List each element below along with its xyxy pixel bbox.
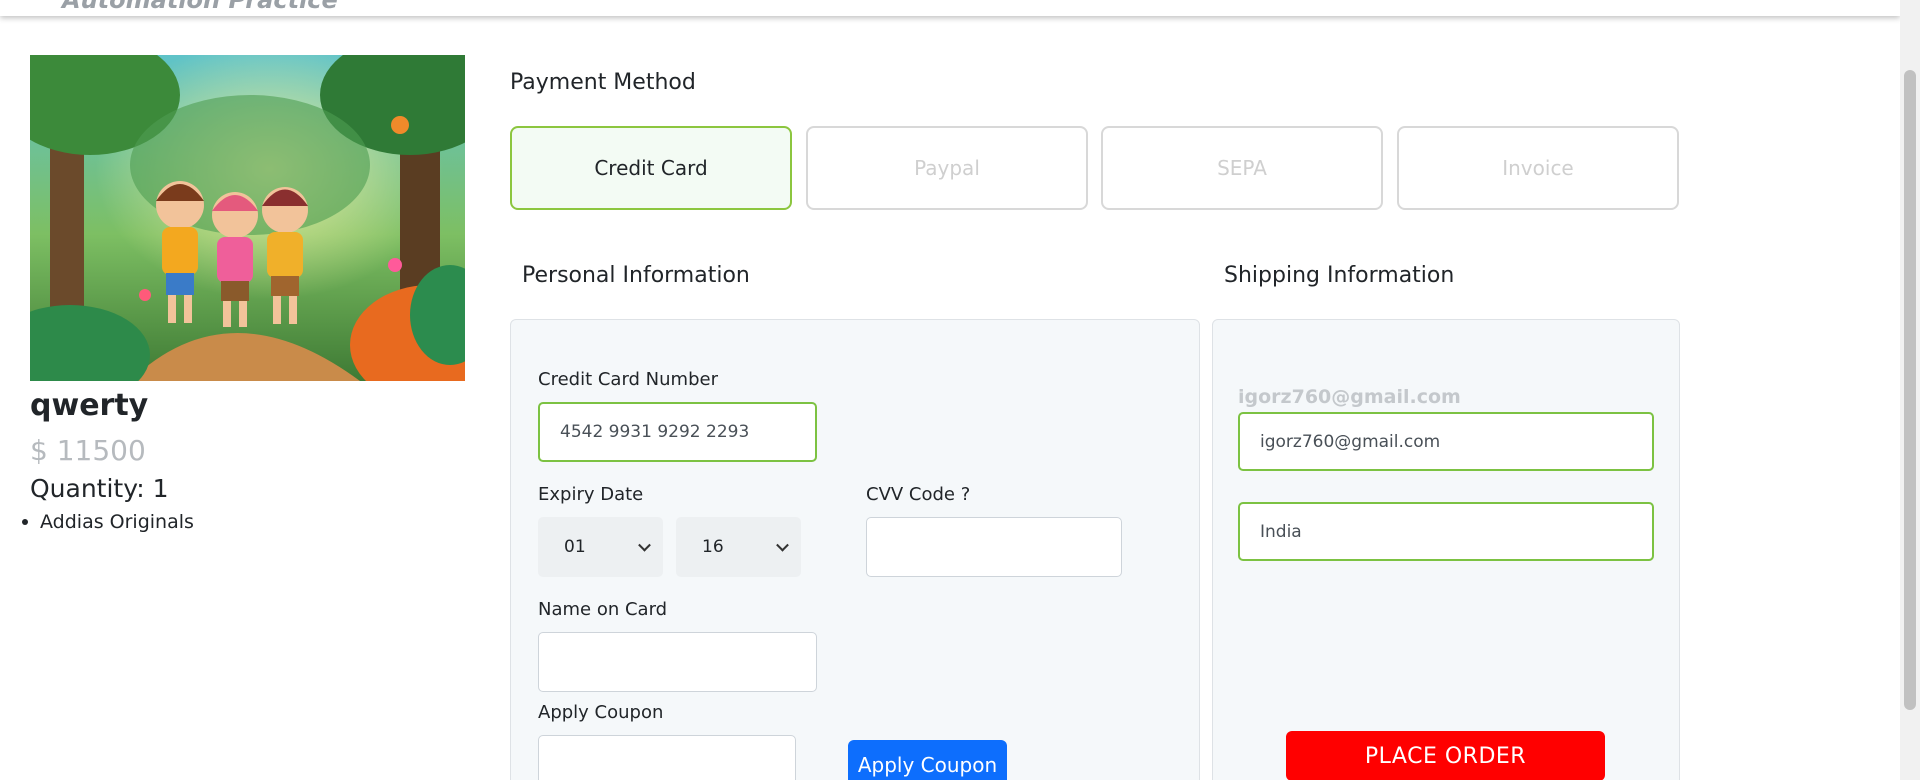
method-invoice[interactable]: Invoice (1397, 126, 1679, 210)
product-image (30, 55, 465, 381)
shipping-email-input[interactable]: igorz760@gmail.com (1238, 412, 1654, 471)
expiry-year-select[interactable]: 16 (676, 517, 801, 577)
coupon-input[interactable] (538, 735, 796, 780)
product-illustration (30, 55, 465, 381)
apply-coupon-button[interactable]: Apply Coupon (848, 740, 1007, 780)
payment-method-title: Payment Method (510, 70, 696, 95)
coupon-label: Apply Coupon (538, 702, 664, 723)
brand-title[interactable]: Automation Practice (62, 0, 338, 14)
feature-item: Addias Originals (22, 511, 194, 533)
shipping-country-input[interactable]: India (1238, 502, 1654, 561)
expiry-date-label: Expiry Date (538, 484, 644, 505)
product-quantity: Quantity: 1 (30, 474, 169, 503)
bullet-icon (22, 519, 28, 525)
place-order-button[interactable]: PLACE ORDER (1286, 731, 1605, 780)
chevron-down-icon (776, 538, 789, 552)
chevron-down-icon (638, 538, 651, 552)
name-on-card-input[interactable] (538, 632, 817, 692)
expiry-year-value: 16 (702, 537, 724, 557)
shipping-info-title: Shipping Information (1224, 263, 1455, 288)
scrollbar-thumb[interactable] (1904, 70, 1916, 710)
name-on-card-label: Name on Card (538, 599, 668, 620)
product-features: Addias Originals (22, 511, 194, 533)
expiry-month-value: 01 (564, 537, 586, 557)
page-scrollbar[interactable] (1900, 0, 1920, 780)
card-number-label: Credit Card Number (538, 369, 718, 390)
cvv-input[interactable] (866, 517, 1122, 577)
top-navbar: Automation Practice (0, 0, 1900, 16)
card-number-input[interactable]: 4542 9931 9292 2293 (538, 402, 817, 462)
feature-text: Addias Originals (40, 511, 194, 533)
product-price: $ 11500 (30, 434, 146, 467)
cvv-label: CVV Code ? (866, 484, 971, 505)
method-sepa[interactable]: SEPA (1101, 126, 1383, 210)
email-hint: igorz760@gmail.com (1238, 386, 1461, 408)
personal-info-title: Personal Information (522, 263, 750, 288)
product-name: qwerty (30, 388, 149, 423)
expiry-month-select[interactable]: 01 (538, 517, 663, 577)
method-credit-card[interactable]: Credit Card (510, 126, 792, 210)
method-paypal[interactable]: Paypal (806, 126, 1088, 210)
